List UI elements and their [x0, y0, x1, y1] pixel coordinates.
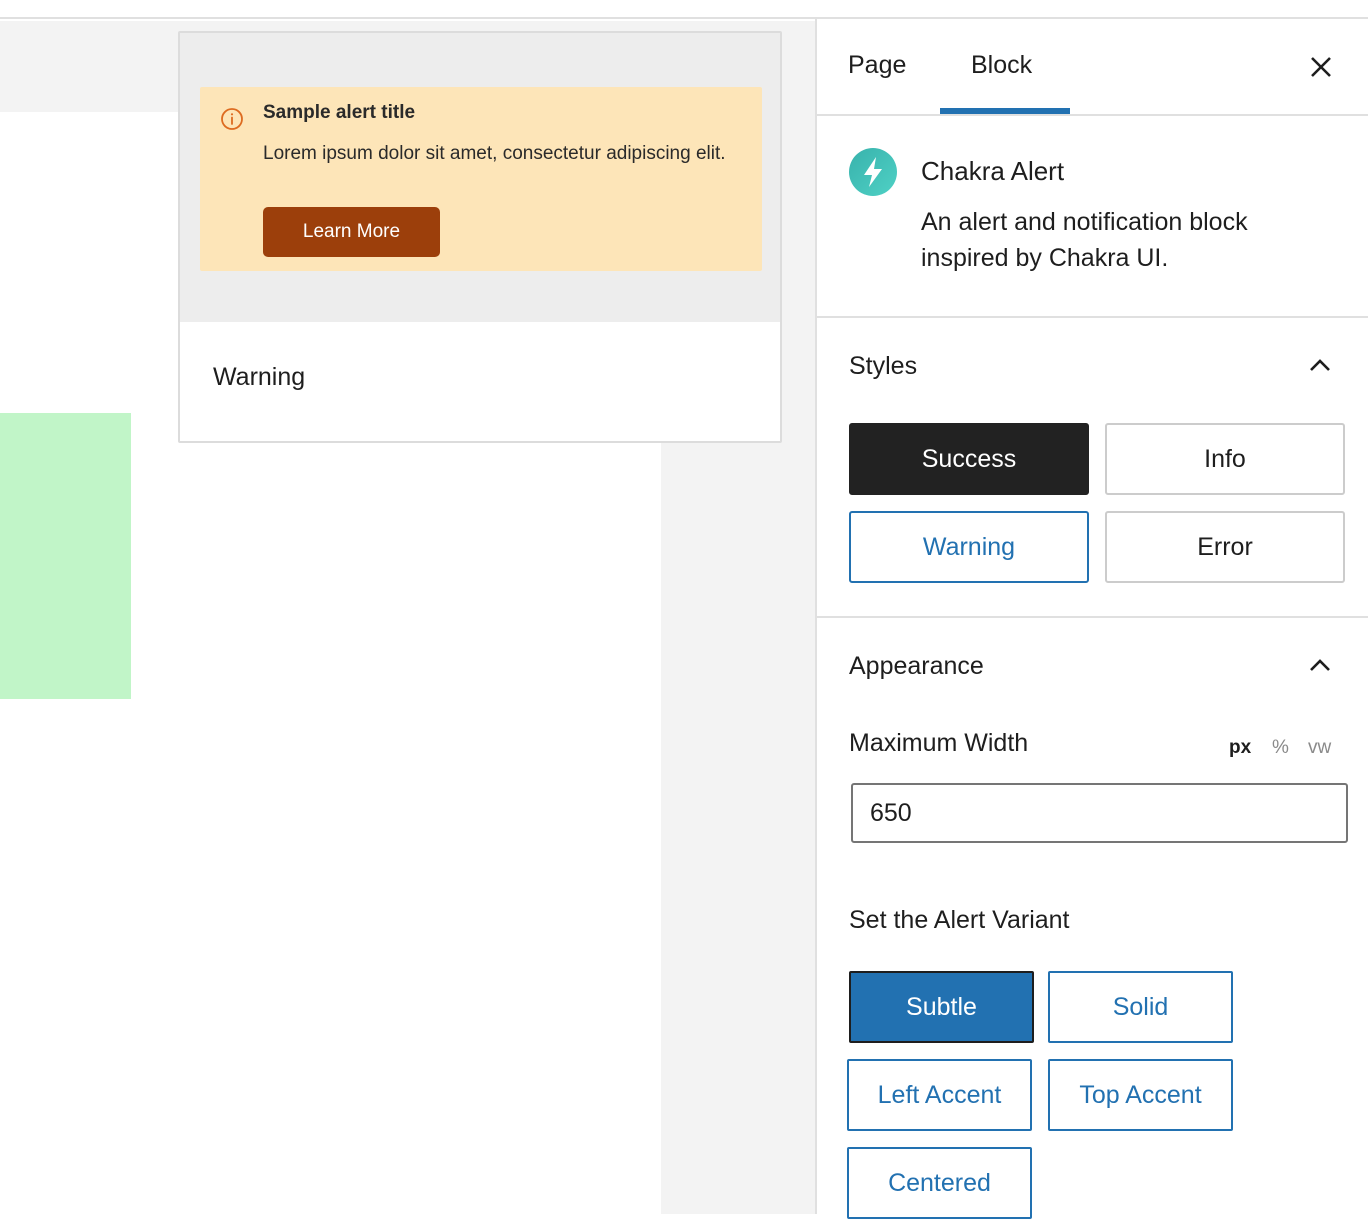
chevron-up-icon[interactable] — [1307, 356, 1333, 374]
sample-alert: Sample alert title Lorem ipsum dolor sit… — [200, 87, 762, 271]
max-width-label: Maximum Width — [849, 729, 1029, 757]
alert-title: Sample alert title — [263, 102, 416, 123]
style-warning-button[interactable]: Warning — [849, 511, 1089, 583]
style-info-button[interactable]: Info — [1105, 423, 1345, 495]
variant-subtle-button[interactable]: Subtle — [849, 971, 1034, 1043]
learn-more-button[interactable]: Learn More — [263, 207, 440, 257]
tab-page[interactable]: Page — [848, 51, 906, 80]
style-preview-popover: Sample alert title Lorem ipsum dolor sit… — [178, 31, 782, 443]
close-icon[interactable] — [1307, 53, 1335, 81]
variant-left-accent-button[interactable]: Left Accent — [847, 1059, 1032, 1131]
styles-panel-title: Styles — [849, 352, 918, 380]
style-success-button[interactable]: Success — [849, 423, 1089, 495]
variant-centered-button[interactable]: Centered — [847, 1147, 1032, 1219]
variant-solid-button[interactable]: Solid — [1048, 971, 1233, 1043]
block-card: Chakra Alert An alert and notification b… — [817, 116, 1368, 318]
styles-panel: Styles Success Info Warning Error — [817, 320, 1368, 618]
style-preview-label: Warning — [213, 363, 306, 391]
chevron-up-icon[interactable] — [1307, 656, 1333, 674]
info-circle-icon — [221, 108, 243, 130]
style-error-button[interactable]: Error — [1105, 511, 1345, 583]
alert-variant-label: Set the Alert Variant — [849, 906, 1070, 934]
unit-percent-button[interactable]: % — [1272, 737, 1289, 759]
block-title: Chakra Alert — [921, 156, 1065, 186]
sidebar-tabs: Page Block — [817, 19, 1368, 116]
lightning-bolt-icon — [849, 148, 897, 196]
green-block[interactable] — [0, 413, 131, 699]
appearance-panel: Appearance Maximum Width px % vw Set the… — [817, 620, 1368, 1219]
alert-description: Lorem ipsum dolor sit amet, consectetur … — [263, 143, 726, 164]
block-description: An alert and notification block inspired… — [921, 208, 1248, 272]
top-strip — [0, 0, 1368, 19]
style-preview-area: Sample alert title Lorem ipsum dolor sit… — [180, 33, 780, 322]
active-tab-indicator — [940, 108, 1070, 114]
max-width-input[interactable] — [851, 783, 1348, 843]
appearance-panel-title: Appearance — [849, 652, 984, 680]
block-settings-sidebar: Page Block Chakra Alert An alert and not… — [815, 19, 1368, 1219]
variant-top-accent-button[interactable]: Top Accent — [1048, 1059, 1233, 1131]
unit-px-button[interactable]: px — [1229, 737, 1251, 759]
tab-block[interactable]: Block — [971, 51, 1032, 80]
unit-vw-button[interactable]: vw — [1308, 737, 1331, 759]
